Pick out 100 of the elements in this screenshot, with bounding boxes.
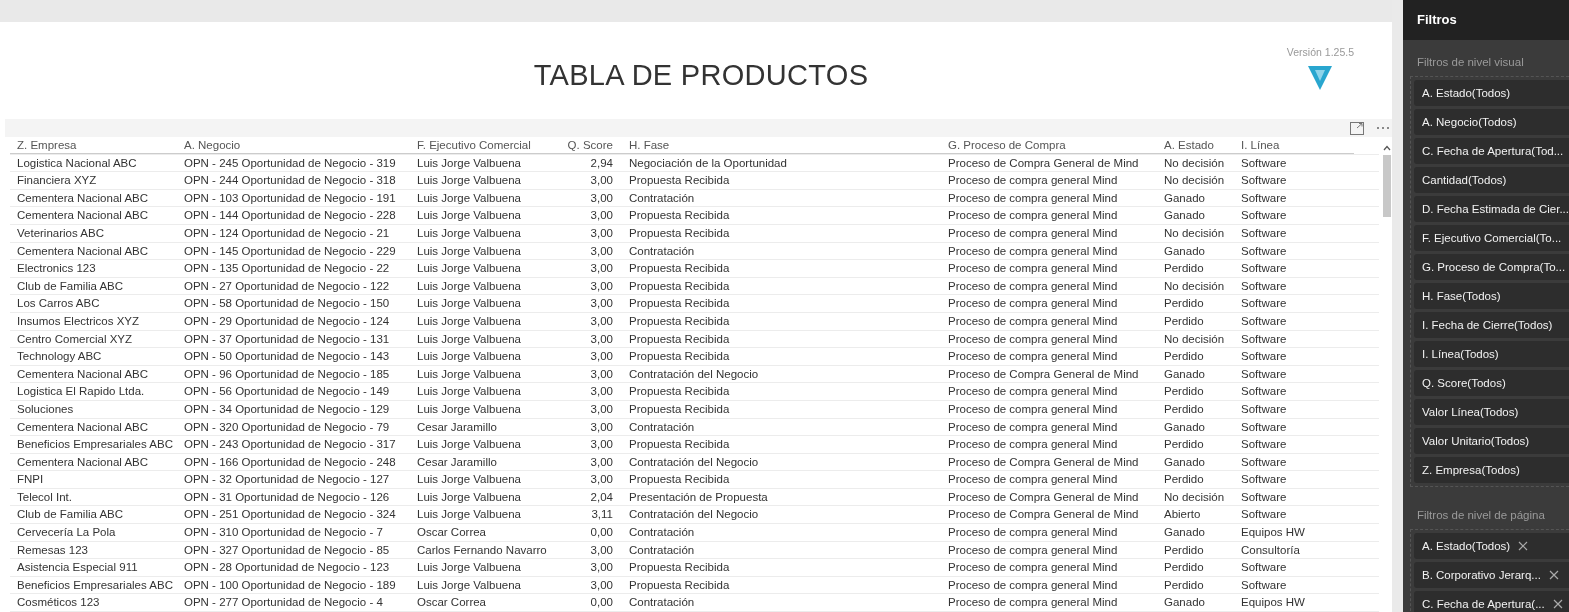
table-cell-text: Luis Jorge Valbuena	[416, 560, 522, 576]
table-cell-text: Propuesta Recibida	[628, 313, 731, 329]
filter-card[interactable]: B. Corporativo Jerarq...	[1414, 562, 1569, 588]
pane-title: Filtros	[1403, 0, 1569, 40]
filter-label: Valor Línea(Todos)	[1422, 406, 1519, 418]
table-cell-text: 3,00	[589, 173, 614, 189]
filter-card[interactable]: Cantidad(Todos)	[1414, 167, 1569, 193]
table-cell-text: No decisión	[1163, 278, 1226, 294]
column-header[interactable]: H. Fase	[622, 137, 941, 154]
column-header[interactable]: A. Negocio	[177, 137, 410, 154]
column-header[interactable]: I. Línea	[1234, 137, 1354, 154]
table-cell-text: Luis Jorge Valbuena	[416, 278, 522, 294]
table-cell-text: OPN - 145 Oportunidad de Negocio - 229	[183, 243, 397, 259]
filter-label: B. Corporativo Jerarq...	[1422, 569, 1541, 581]
table-cell-text: OPN - 135 Oportunidad de Negocio - 22	[183, 261, 391, 277]
table-cell-text: Proceso de compra general Mind	[947, 401, 1119, 417]
table-cell-text: OPN - 103 Oportunidad de Negocio - 191	[183, 190, 397, 206]
filter-card[interactable]: G. Proceso de Compra(To...	[1414, 254, 1569, 280]
filter-card[interactable]: A. Negocio(Todos)	[1414, 109, 1569, 135]
filter-label: F. Ejecutivo Comercial(To...	[1422, 232, 1562, 244]
table-cell-text: 3,00	[589, 542, 614, 558]
filter-card[interactable]: Valor Unitario(Todos)	[1414, 428, 1569, 454]
filter-card[interactable]: I. Fecha de Cierre(Todos)	[1414, 312, 1569, 338]
close-icon[interactable]	[1518, 541, 1529, 551]
column-header[interactable]: G. Proceso de Compra	[941, 137, 1157, 154]
table-cell-text: 3,00	[589, 190, 614, 206]
filter-card[interactable]: A. Estado(Todos)	[1414, 80, 1569, 106]
table-cell-text: Insumos Electricos XYZ	[16, 313, 141, 329]
filter-card[interactable]: C. Fecha de Apertura(...	[1414, 591, 1569, 612]
scroll-up-icon[interactable]	[1383, 145, 1391, 151]
table-cell-text: Proceso de compra general Mind	[947, 595, 1119, 611]
table-cell-text: Proceso de compra general Mind	[947, 225, 1119, 241]
table-cell-text: Perdido	[1163, 313, 1205, 329]
column-header[interactable]: F. Ejecutivo Comercial	[410, 137, 552, 154]
table-cell-text: Perdido	[1163, 401, 1205, 417]
table-cell-text: OPN - 37 Oportunidad de Negocio - 131	[183, 331, 391, 347]
table-cell-text: 3,00	[589, 437, 614, 453]
table-cell-text: Proceso de compra general Mind	[947, 419, 1119, 435]
table-cell-text: 3,00	[589, 577, 614, 593]
filter-card[interactable]: F. Ejecutivo Comercial(To...	[1414, 225, 1569, 251]
table-cell-text: Oscar Correa	[416, 525, 488, 541]
table-cell-text: Luis Jorge Valbuena	[416, 507, 522, 523]
table-cell-text: 3,00	[589, 349, 614, 365]
filter-card[interactable]: Z. Empresa(Todos)	[1414, 457, 1569, 483]
table-cell-text: Proceso de compra general Mind	[947, 173, 1119, 189]
table-cell-text: Luis Jorge Valbuena	[416, 243, 522, 259]
table-cell-text: Software	[1240, 331, 1288, 347]
filter-card[interactable]: H. Fase(Todos)	[1414, 283, 1569, 309]
table-cell-text: Luis Jorge Valbuena	[416, 366, 522, 382]
filter-card[interactable]: I. Línea(Todos)	[1414, 341, 1569, 367]
table-cell-text: Propuesta Recibida	[628, 437, 731, 453]
column-header[interactable]: Q. Score	[552, 137, 622, 154]
more-options-icon[interactable]	[1376, 126, 1390, 130]
filter-label: C. Fecha de Apertura(...	[1422, 598, 1545, 610]
table-cell-text: Propuesta Recibida	[628, 577, 731, 593]
table-cell-text: No decisión	[1163, 331, 1226, 347]
table-cell-text: FNPI	[16, 472, 45, 488]
table-cell-text: Negociación de la Oportunidad	[628, 155, 788, 171]
scrollbar-thumb[interactable]	[1383, 155, 1391, 217]
table-cell-text: No decisión	[1163, 489, 1226, 505]
table-cell-text: Perdido	[1163, 437, 1205, 453]
column-header[interactable]: A. Estado	[1157, 137, 1234, 154]
table-cell-text: 3,00	[589, 261, 614, 277]
close-icon[interactable]	[1548, 570, 1559, 580]
table-cell-text: Equipos HW	[1240, 595, 1306, 611]
table-cell-text: Ganado	[1163, 454, 1206, 470]
table-cell-text: Ganado	[1163, 243, 1206, 259]
close-icon[interactable]	[1552, 599, 1563, 609]
table-cell-text: Software	[1240, 437, 1288, 453]
table-cell-text: Perdido	[1163, 472, 1205, 488]
table-cell-text: Perdido	[1163, 542, 1205, 558]
filter-label: C. Fecha de Apertura(Tod...	[1422, 145, 1564, 157]
table-cell-text: Ganado	[1163, 366, 1206, 382]
table-cell-text: Proceso de compra general Mind	[947, 331, 1119, 347]
table-cell-text: Propuesta Recibida	[628, 278, 731, 294]
filter-card[interactable]: Valor Línea(Todos)	[1414, 399, 1569, 425]
filter-card[interactable]: D. Fecha Estimada de Cier...	[1414, 196, 1569, 222]
table-cell-text: Proceso de compra general Mind	[947, 296, 1119, 312]
filter-label: H. Fase(Todos)	[1422, 290, 1501, 302]
table-cell-text: Software	[1240, 243, 1288, 259]
filter-card[interactable]: A. Estado(Todos)	[1414, 533, 1569, 559]
table-cell-text: Software	[1240, 577, 1288, 593]
focus-mode-icon[interactable]	[1350, 121, 1364, 135]
report-title: TABLA DE PRODUCTOS	[533, 59, 869, 93]
filter-card[interactable]: Q. Score(Todos)	[1414, 370, 1569, 396]
table-cell-text: Software	[1240, 366, 1288, 382]
table-cell-text: Software	[1240, 419, 1288, 435]
table-cell-text: Propuesta Recibida	[628, 384, 731, 400]
table-cell-text: OPN - 58 Oportunidad de Negocio - 150	[183, 296, 391, 312]
table-cell-text: Luis Jorge Valbuena	[416, 401, 522, 417]
table-cell-text: Propuesta Recibida	[628, 173, 731, 189]
filter-card[interactable]: C. Fecha de Apertura(Tod...	[1414, 138, 1569, 164]
table-cell-text: Cementera Nacional ABC	[16, 243, 150, 259]
table-cell-text: 0,00	[589, 525, 614, 541]
table-cell-text: Ganado	[1163, 595, 1206, 611]
table-cell-text: OPN - 310 Oportunidad de Negocio - 7	[183, 525, 384, 541]
table-cell-text: 2,94	[589, 155, 614, 171]
column-header[interactable]: Z. Empresa	[10, 137, 177, 154]
table-cell-text: Proceso de compra general Mind	[947, 542, 1119, 558]
table-cell-text: OPN - 166 Oportunidad de Negocio - 248	[183, 454, 397, 470]
